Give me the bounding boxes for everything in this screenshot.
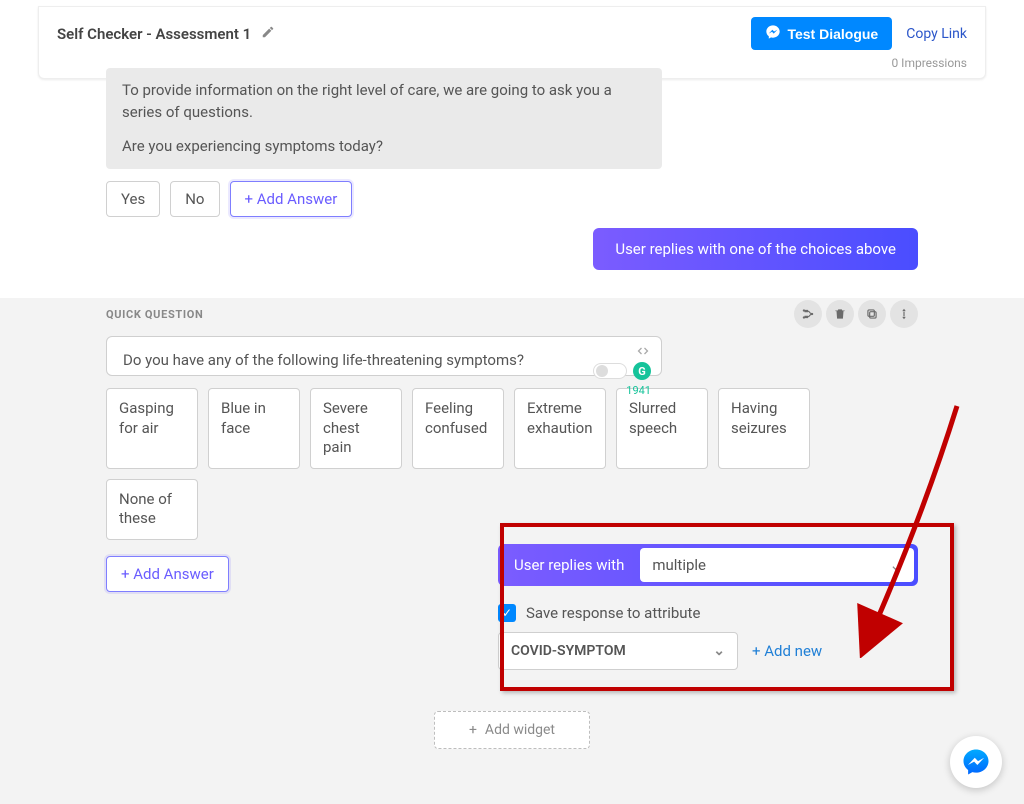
bot-message-line2: Are you experiencing symptoms today?	[122, 136, 646, 158]
grammarly-icon[interactable]: G	[633, 362, 651, 380]
answers-row-1: Yes No + Add Answer	[106, 181, 918, 217]
toggle-switch[interactable]	[593, 363, 627, 379]
answer-chip-slurred[interactable]: Slurred speech	[616, 388, 708, 469]
attribute-value: COVID-SYMPTOM	[511, 643, 626, 659]
reply-config-panel: User replies with multiple ⌄ ✓ Save resp…	[498, 544, 918, 670]
save-response-row: ✓ Save response to attribute	[498, 604, 918, 622]
branch-icon[interactable]	[794, 300, 822, 328]
bot-message[interactable]: To provide information on the right leve…	[106, 68, 662, 169]
add-new-attribute[interactable]: + Add new	[752, 642, 822, 660]
drag-icon[interactable]	[890, 300, 918, 328]
reply-mode-select[interactable]: multiple ⌄	[640, 548, 914, 582]
plus-icon: +	[469, 722, 477, 738]
question-input-box[interactable]: Do you have any of the following life-th…	[106, 336, 662, 376]
question-text: Do you have any of the following life-th…	[123, 351, 645, 369]
attribute-row: COVID-SYMPTOM ⌄ + Add new	[498, 632, 918, 670]
chevron-down-icon: ⌄	[713, 643, 725, 659]
add-widget-label: Add widget	[485, 722, 555, 738]
messenger-icon	[765, 24, 781, 43]
trash-icon[interactable]	[826, 300, 854, 328]
answer-chip-seizures[interactable]: Having seizures	[718, 388, 810, 469]
answer-chip-confused[interactable]: Feeling confused	[412, 388, 504, 469]
chevron-down-icon: ⌄	[889, 556, 902, 574]
section-label: QUICK QUESTION	[106, 308, 203, 321]
reply-mode-row: User replies with multiple ⌄	[498, 544, 918, 586]
block-toolbar	[794, 300, 918, 328]
test-dialogue-button[interactable]: Test Dialogue	[751, 17, 892, 50]
answer-chip-gasping[interactable]: Gasping for air	[106, 388, 198, 469]
answer-chip-yes[interactable]: Yes	[106, 181, 160, 217]
answer-chip-none[interactable]: None of these	[106, 479, 198, 540]
answer-chip-chest[interactable]: Severe chest pain	[310, 388, 402, 469]
answer-chip-blue[interactable]: Blue in face	[208, 388, 300, 469]
add-answer-button-1[interactable]: + Add Answer	[230, 181, 353, 217]
char-count: 1941	[626, 384, 651, 397]
page-title: Self Checker - Assessment 1	[57, 25, 251, 43]
answer-chip-exhaustion[interactable]: Extreme exhaution	[514, 388, 606, 469]
copy-link-button[interactable]: Copy Link	[906, 26, 967, 42]
bot-message-line1: To provide information on the right leve…	[122, 80, 646, 124]
save-response-label: Save response to attribute	[526, 604, 700, 622]
answers-row-2: Gasping for air Blue in face Severe ches…	[106, 388, 896, 540]
quick-question-block: QUICK QUESTION Do you have any of the fo…	[106, 300, 918, 592]
user-reply-pill-1[interactable]: User replies with one of the choices abo…	[593, 228, 918, 270]
answer-chip-no[interactable]: No	[170, 181, 219, 217]
save-response-checkbox[interactable]: ✓	[498, 604, 516, 622]
reply-mode-label: User replies with	[498, 544, 640, 586]
pencil-icon[interactable]	[261, 24, 275, 43]
attribute-select[interactable]: COVID-SYMPTOM ⌄	[498, 632, 738, 670]
copy-icon[interactable]	[858, 300, 886, 328]
messenger-fab[interactable]	[950, 736, 1002, 788]
code-icon[interactable]	[635, 345, 651, 360]
test-dialogue-label: Test Dialogue	[787, 26, 878, 42]
add-widget-button[interactable]: + Add widget	[434, 711, 590, 749]
reply-mode-value: multiple	[652, 556, 706, 574]
message-block-1: To provide information on the right leve…	[106, 68, 918, 217]
add-answer-button-2[interactable]: + Add Answer	[106, 556, 229, 592]
